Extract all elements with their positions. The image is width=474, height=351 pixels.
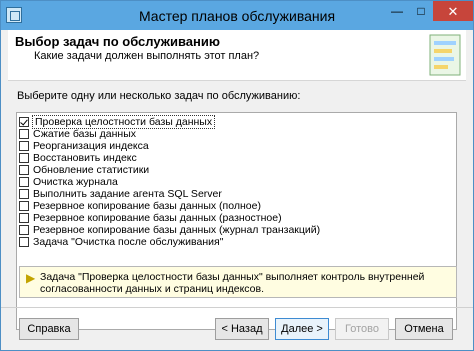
task-label: Задача "Очистка после обслуживания" — [33, 235, 224, 248]
task-label: Реорганизация индекса — [33, 139, 149, 152]
task-checkbox[interactable] — [19, 128, 29, 139]
task-checkbox[interactable] — [19, 212, 29, 223]
page-title: Выбор задач по обслуживанию — [15, 34, 220, 49]
task-description: Задача "Проверка целостности базы данных… — [40, 271, 425, 295]
task-label: Обновление статистики — [33, 163, 150, 176]
task-checkbox[interactable] — [19, 176, 29, 187]
task-item-history-cleanup[interactable]: Очистка журнала — [19, 175, 118, 188]
task-checkbox[interactable] — [19, 188, 29, 199]
maximize-button[interactable]: □ — [409, 1, 433, 21]
task-label: Резервное копирование базы данных (журна… — [33, 223, 321, 236]
task-label: Сжатие базы данных — [33, 127, 137, 140]
task-item-backup-differential[interactable]: Резервное копирование базы данных (разно… — [19, 211, 282, 224]
task-checkbox[interactable] — [19, 140, 29, 151]
task-item-rebuild-index[interactable]: Восстановить индекс — [19, 151, 137, 164]
minimize-button[interactable]: — — [385, 1, 409, 21]
task-label: Резервное копирование базы данных (полно… — [33, 199, 261, 212]
task-checkbox[interactable] — [19, 236, 29, 247]
wizard-banner-icon — [429, 34, 461, 76]
title-bar: Мастер планов обслуживания — □ ✕ — [1, 1, 473, 30]
next-button[interactable]: Далее > — [275, 318, 329, 340]
task-label: Выполнить задание агента SQL Server — [33, 187, 222, 200]
task-item-reorganize-index[interactable]: Реорганизация индекса — [19, 139, 149, 152]
task-item-sql-agent-job[interactable]: Выполнить задание агента SQL Server — [19, 187, 222, 200]
task-item-shrink-db[interactable]: Сжатие базы данных — [19, 127, 137, 140]
task-item-backup-log[interactable]: Резервное копирование базы данных (журна… — [19, 223, 321, 236]
task-item-backup-full[interactable]: Резервное копирование базы данных (полно… — [19, 199, 261, 212]
task-item-maintenance-cleanup[interactable]: Задача "Очистка после обслуживания" — [19, 235, 224, 248]
wizard-window: Мастер планов обслуживания — □ ✕ Выбор з… — [0, 0, 474, 351]
task-checkbox[interactable] — [19, 224, 29, 235]
task-prompt: Выберите одну или несколько задач по обс… — [17, 90, 301, 102]
task-label: Резервное копирование базы данных (разно… — [33, 211, 282, 224]
wizard-header: Выбор задач по обслуживанию Какие задачи… — [8, 30, 466, 81]
task-label: Очистка журнала — [33, 175, 118, 188]
info-arrow-icon: ▶ — [26, 271, 36, 285]
footer-divider — [1, 307, 473, 308]
task-label: Проверка целостности базы данных — [31, 114, 216, 129]
task-item-check-integrity[interactable]: Проверка целостности базы данных — [19, 114, 216, 129]
task-checkbox[interactable] — [19, 200, 29, 211]
task-item-update-statistics[interactable]: Обновление статистики — [19, 163, 150, 176]
task-checkbox[interactable] — [19, 116, 29, 127]
cancel-button[interactable]: Отмена — [395, 318, 453, 340]
task-description-panel: ▶ Задача "Проверка целостности базы данн… — [19, 266, 457, 298]
help-button[interactable]: Справка — [19, 318, 79, 340]
page-subtitle: Какие задачи должен выполнять этот план? — [34, 50, 260, 62]
back-button[interactable]: < Назад — [215, 318, 269, 340]
task-label: Восстановить индекс — [33, 151, 137, 164]
task-checkbox[interactable] — [19, 152, 29, 163]
close-button[interactable]: ✕ — [433, 1, 473, 21]
task-checkbox[interactable] — [19, 164, 29, 175]
finish-button[interactable]: Готово — [335, 318, 389, 340]
